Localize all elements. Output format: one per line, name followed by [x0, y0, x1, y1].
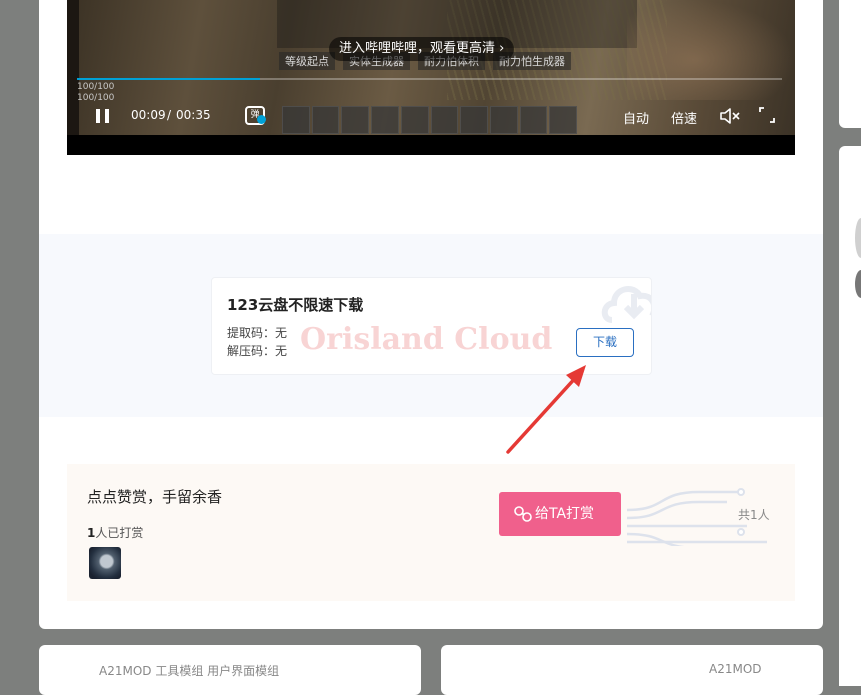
- annotation-arrow: [506, 365, 586, 454]
- extract-code: 提取码：无: [227, 326, 288, 340]
- related-post-tags: A21MOD 工具模组 用户界面模组: [99, 664, 280, 678]
- sidebar-card: [839, 0, 861, 128]
- related-post-card[interactable]: A21MOD: [441, 645, 823, 695]
- hotbar-slot: [400, 106, 429, 134]
- reward-count-label: 人已打赏: [95, 526, 144, 540]
- video-progress-fill: [77, 78, 261, 80]
- related-post-tags: A21MOD: [709, 662, 762, 676]
- pause-icon: [96, 109, 100, 123]
- unzip-code: 解压码：无: [227, 344, 288, 358]
- sidebar-avatar[interactable]: [855, 218, 861, 258]
- reward-title: 点点赞赏，手留余香: [87, 488, 223, 506]
- hotbar-slot: [311, 106, 340, 134]
- fullscreen-icon: [759, 107, 775, 123]
- hotbar-slot: [489, 106, 518, 134]
- watermark: Orisland Cloud: [300, 322, 553, 357]
- quality-selector[interactable]: 自动: [623, 108, 649, 127]
- pause-icon: [105, 109, 109, 123]
- hud-label: 等级起点: [279, 52, 335, 70]
- tip-button[interactable]: 给TA打赏: [499, 492, 621, 536]
- playback-speed-button[interactable]: 倍速: [671, 108, 697, 127]
- related-post-card[interactable]: A21MOD 工具模组 用户界面模组: [39, 645, 421, 695]
- hotbar-slot: [371, 106, 399, 134]
- fullscreen-button[interactable]: [759, 107, 775, 123]
- reward-section: 点点赞赏，手留余香 1人已打赏 给TA打赏 共1人: [67, 464, 795, 601]
- volume-muted-icon: [720, 108, 740, 124]
- current-time: 00:09: [131, 108, 166, 122]
- video-player[interactable]: 等级起点 实体生成器 耐力怕体积 耐力怕生成器 进入哔哩哔哩，观看更高清 › 1…: [67, 0, 795, 155]
- reward-count: 1人已打赏: [87, 524, 143, 541]
- tip-icon: [514, 506, 532, 522]
- video-controls: 00:09 / 00:35 弹 自动 倍速: [67, 98, 795, 134]
- time-separator: /: [167, 108, 172, 122]
- check-icon: [257, 115, 266, 124]
- mute-button[interactable]: [719, 106, 741, 126]
- total-time: 00:35: [176, 108, 211, 122]
- hotbar-slot: [430, 106, 459, 134]
- open-in-bilibili-link[interactable]: 进入哔哩哔哩，观看更高清 ›: [329, 37, 515, 61]
- cloud-download-icon: [600, 278, 651, 328]
- hotbar-slot: [282, 106, 310, 134]
- game-hotbar: [282, 106, 578, 134]
- video-progress-bar[interactable]: [77, 78, 782, 80]
- danmaku-toggle[interactable]: 弹: [243, 103, 267, 125]
- pause-button[interactable]: [93, 106, 113, 126]
- hotbar-slot: [519, 106, 548, 134]
- download-button[interactable]: 下载: [576, 328, 634, 357]
- hud-stat: 100/100: [77, 82, 115, 92]
- sidebar-avatar[interactable]: [855, 270, 861, 298]
- hotbar-slot: [341, 106, 370, 134]
- avatar[interactable]: [89, 547, 121, 579]
- hotbar-slot: [549, 106, 578, 134]
- tip-button-label: 给TA打赏: [535, 506, 595, 522]
- hotbar-slot: [460, 106, 488, 134]
- reward-total: 共1人: [738, 508, 770, 522]
- download-title: 123云盘不限速下载: [227, 296, 364, 314]
